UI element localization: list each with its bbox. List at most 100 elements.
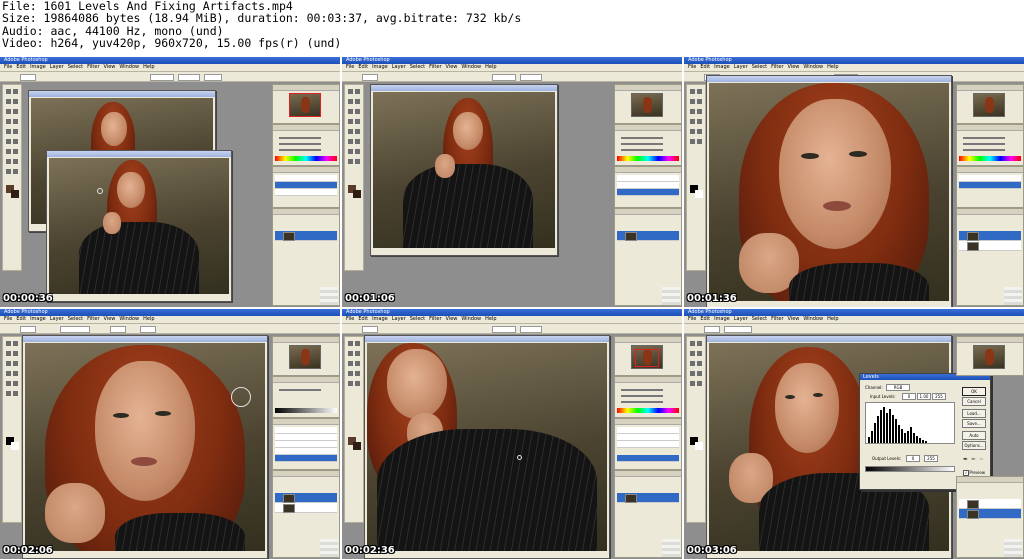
option-control[interactable] <box>362 326 378 333</box>
tool-icon[interactable] <box>6 391 11 396</box>
history-item[interactable] <box>275 182 337 189</box>
menu-edit[interactable]: Edit <box>16 64 26 70</box>
menu-layer[interactable]: Layer <box>734 64 748 70</box>
menu-image[interactable]: Image <box>372 64 388 70</box>
tool-icon[interactable] <box>355 149 360 154</box>
color-slider[interactable] <box>279 149 321 151</box>
document-window[interactable] <box>364 335 610 559</box>
tool-icon[interactable] <box>690 119 695 124</box>
layer-row[interactable] <box>959 509 1021 519</box>
menu-select[interactable]: Select <box>752 64 767 70</box>
panel-tab[interactable] <box>615 337 681 343</box>
document-titlebar[interactable] <box>371 85 557 91</box>
document-window[interactable] <box>370 84 558 256</box>
panel-tab[interactable] <box>957 85 1023 91</box>
tool-icon[interactable] <box>690 99 695 104</box>
layer-row[interactable] <box>617 493 679 503</box>
menu-window[interactable]: Window <box>461 64 481 70</box>
history-item[interactable] <box>275 434 337 441</box>
menu-view[interactable]: View <box>446 64 458 70</box>
panel-tab[interactable] <box>615 209 681 215</box>
menu-window[interactable]: Window <box>803 316 823 322</box>
navigator-thumbnail[interactable] <box>973 345 1005 369</box>
layer-row[interactable] <box>959 499 1021 509</box>
option-control[interactable] <box>492 74 516 81</box>
mode-select[interactable] <box>60 326 90 333</box>
panel-tab[interactable] <box>273 85 339 91</box>
document-titlebar[interactable] <box>29 91 215 97</box>
color-slider[interactable] <box>621 389 663 391</box>
document-image[interactable] <box>373 92 555 248</box>
color-slider[interactable] <box>621 137 663 139</box>
tool-icon[interactable] <box>690 371 695 376</box>
tool-icon[interactable] <box>13 99 18 104</box>
opacity-field[interactable] <box>110 326 126 333</box>
tool-icon[interactable] <box>6 89 11 94</box>
document-titlebar[interactable] <box>707 336 951 342</box>
tool-icon[interactable] <box>13 361 18 366</box>
tool-icon[interactable] <box>13 341 18 346</box>
menu-edit[interactable]: Edit <box>700 316 710 322</box>
color-spectrum[interactable] <box>617 156 679 161</box>
option-control[interactable] <box>362 74 378 81</box>
option-control[interactable] <box>204 74 222 81</box>
output-black-field[interactable]: 0 <box>906 455 920 462</box>
tool-icon[interactable] <box>13 109 18 114</box>
background-color-swatch[interactable] <box>353 442 361 450</box>
document-window[interactable] <box>22 335 268 559</box>
menu-select[interactable]: Select <box>68 316 83 322</box>
tool-icon[interactable] <box>690 89 695 94</box>
panel-tab[interactable] <box>957 125 1023 131</box>
tool-icon[interactable] <box>348 99 353 104</box>
menu-layer[interactable]: Layer <box>734 316 748 322</box>
tool-icon[interactable] <box>348 351 353 356</box>
tool-icon[interactable] <box>690 381 695 386</box>
tool-icon[interactable] <box>6 149 11 154</box>
tool-icon[interactable] <box>13 169 18 174</box>
color-slider[interactable] <box>963 143 1005 145</box>
tool-icon[interactable] <box>13 381 18 386</box>
tool-icon[interactable] <box>697 119 702 124</box>
color-slider[interactable] <box>279 137 321 139</box>
tool-icon[interactable] <box>13 119 18 124</box>
background-color-swatch[interactable] <box>695 190 703 198</box>
flow-field[interactable] <box>140 326 156 333</box>
panel-tab[interactable] <box>273 125 339 131</box>
menu-filter[interactable]: Filter <box>771 64 783 70</box>
tool-icon[interactable] <box>6 159 11 164</box>
option-control[interactable] <box>704 326 720 333</box>
tool-icon[interactable] <box>355 119 360 124</box>
menu-layer[interactable]: Layer <box>50 64 64 70</box>
channel-select[interactable]: RGB <box>886 384 910 391</box>
menu-image[interactable]: Image <box>714 316 730 322</box>
brush-picker[interactable] <box>20 326 36 333</box>
tool-icon[interactable] <box>697 361 702 366</box>
menu-file[interactable]: File <box>346 64 354 70</box>
menu-view[interactable]: View <box>104 316 116 322</box>
menu-help[interactable]: Help <box>827 316 838 322</box>
panel-tab[interactable] <box>957 209 1023 215</box>
menu-edit[interactable]: Edit <box>358 316 368 322</box>
menu-layer[interactable]: Layer <box>392 316 406 322</box>
tool-icon[interactable] <box>348 109 353 114</box>
history-item[interactable] <box>617 427 679 434</box>
panel-tab[interactable] <box>273 337 339 343</box>
layer-row[interactable] <box>275 493 337 503</box>
panel-tab[interactable] <box>615 471 681 477</box>
menu-image[interactable]: Image <box>30 316 46 322</box>
history-item[interactable] <box>617 441 679 448</box>
layer-row[interactable] <box>275 231 337 241</box>
tool-icon[interactable] <box>348 371 353 376</box>
tool-icon[interactable] <box>697 351 702 356</box>
color-spectrum[interactable] <box>617 408 679 413</box>
layer-row[interactable] <box>617 231 679 241</box>
tool-icon[interactable] <box>355 109 360 114</box>
panel-tab[interactable] <box>957 337 1023 343</box>
tool-icon[interactable] <box>6 99 11 104</box>
history-item[interactable] <box>617 455 679 462</box>
history-item[interactable] <box>275 175 337 182</box>
option-control[interactable] <box>178 74 200 81</box>
document-image[interactable] <box>25 343 265 551</box>
history-item[interactable] <box>959 175 1021 182</box>
menu-window[interactable]: Window <box>119 64 139 70</box>
